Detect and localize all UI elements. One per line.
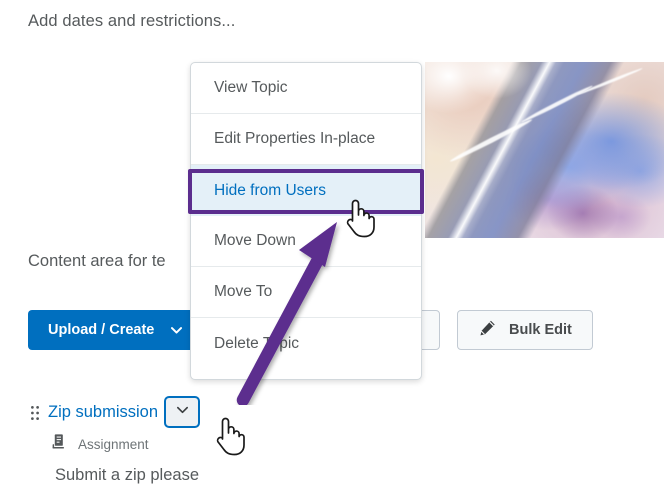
menu-item-delete-topic[interactable]: Delete Topic — [191, 318, 421, 369]
topic-actions-chevron-button[interactable] — [164, 396, 201, 428]
watercolor-top-light — [425, 62, 664, 238]
topic-title-link[interactable]: Zip submission — [48, 403, 158, 422]
pointer-hand-cursor-chevron — [211, 414, 245, 461]
menu-item-edit-properties-in-place[interactable]: Edit Properties In-place — [191, 114, 421, 165]
topic-type-label: Assignment — [78, 436, 149, 452]
bulk-edit-label: Bulk Edit — [509, 322, 572, 338]
pencil-icon — [478, 319, 497, 342]
topic-meta-row: Assignment — [51, 433, 200, 455]
topic-list-item: Zip submission Assignment — [28, 396, 201, 455]
topic-details: Zip submission Assignment — [48, 396, 201, 455]
upload-create-button[interactable]: Upload / Create — [28, 310, 198, 350]
banner-watercolor-image — [425, 62, 664, 238]
menu-item-move-down[interactable]: Move Down — [191, 216, 421, 267]
menu-item-move-to[interactable]: Move To — [191, 267, 421, 318]
content-area-label: Content area for te — [28, 252, 166, 270]
page-title: Add dates and restrictions... — [28, 12, 236, 30]
upload-create-label: Upload / Create — [48, 322, 155, 338]
menu-item-hide-from-users[interactable]: Hide from Users — [191, 165, 421, 216]
topic-description: Submit a zip please — [55, 466, 199, 484]
chevron-down-icon — [170, 324, 183, 337]
chevron-down-icon — [175, 402, 190, 422]
menu-item-view-topic[interactable]: View Topic — [191, 63, 421, 114]
topic-title-row: Zip submission — [48, 396, 201, 428]
bulk-edit-button[interactable]: Bulk Edit — [457, 310, 593, 350]
drag-handle-icon[interactable] — [28, 400, 42, 426]
topic-context-menu: View Topic Edit Properties In-place Hide… — [190, 62, 422, 380]
assignment-icon — [51, 433, 68, 455]
